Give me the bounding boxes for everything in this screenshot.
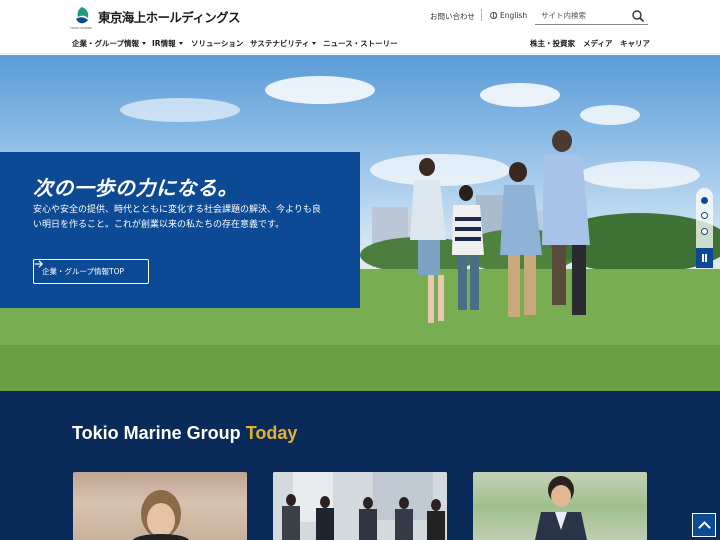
nav-item-solutions[interactable]: ソリューション bbox=[191, 38, 243, 49]
story-card-3-image bbox=[535, 476, 587, 540]
nav-item-corporate[interactable]: 企業・グループ情報 bbox=[72, 38, 147, 49]
story-card-3[interactable] bbox=[473, 472, 647, 540]
nav-item-news[interactable]: ニュース・ストーリー bbox=[323, 38, 398, 49]
utility-divider bbox=[481, 9, 482, 21]
logo-text: 東京海上ホールディングス bbox=[98, 9, 241, 25]
corporate-info-button[interactable]: 企業・グループ情報TOP bbox=[33, 259, 149, 284]
slide-dot-3[interactable] bbox=[701, 228, 708, 235]
story-card-2[interactable] bbox=[273, 472, 447, 540]
slide-dot-2[interactable] bbox=[701, 212, 708, 219]
top-bar: TOKIO MARINE 東京海上ホールディングス お問い合わせ English bbox=[0, 0, 720, 32]
nav-item-label: サステナビリティ bbox=[250, 39, 310, 48]
chevron-down-icon bbox=[178, 42, 183, 45]
corporate-info-button-label: 企業・グループ情報TOP bbox=[42, 267, 125, 276]
nav-item-sustainability[interactable]: サステナビリティ bbox=[250, 38, 317, 49]
story-card-2-image bbox=[273, 472, 447, 540]
nav-item-label: IR情報 bbox=[152, 39, 176, 48]
chevron-down-icon bbox=[312, 42, 317, 45]
story-card-1-image bbox=[133, 490, 189, 540]
group-today-section: Tokio Marine Group Today bbox=[0, 391, 720, 540]
hero-title: 次の一歩の力になる。 bbox=[33, 176, 238, 200]
logo-mark-icon: TOKIO MARINE bbox=[70, 6, 92, 30]
slide-dot-1[interactable] bbox=[701, 197, 708, 204]
section-title: Tokio Marine Group Today bbox=[72, 423, 297, 444]
nav-item-label: ニュース・ストーリー bbox=[323, 39, 398, 48]
search-icon[interactable] bbox=[631, 8, 645, 23]
story-card-1[interactable] bbox=[73, 472, 247, 540]
site-search bbox=[535, 5, 648, 25]
language-link[interactable]: English bbox=[490, 11, 527, 20]
back-to-top-button[interactable] bbox=[692, 513, 716, 537]
nav-item-label: メディア bbox=[583, 39, 613, 48]
language-label: English bbox=[500, 11, 528, 20]
search-input[interactable] bbox=[541, 8, 629, 22]
global-nav: 企業・グループ情報 IR情報 ソリューション サステナビリティ ニュース・ストー… bbox=[0, 32, 720, 54]
hero-message-card: 次の一歩の力になる。 安心や安全の提供、時代とともに変化する社会課題の解決、今よ… bbox=[0, 152, 360, 308]
nav-item-careers[interactable]: キャリア bbox=[620, 38, 650, 49]
hero-description: 安心や安全の提供、時代とともに変化する社会課題の解決、今よりも良い明日を作ること… bbox=[33, 205, 321, 230]
logo-sub-text: TOKIO MARINE bbox=[70, 26, 93, 30]
hero-slider: 次の一歩の力になる。 安心や安全の提供、時代とともに変化する社会課題の解決、今よ… bbox=[0, 55, 720, 391]
section-title-main: Tokio Marine Group bbox=[72, 423, 241, 443]
nav-item-label: 株主・投資家 bbox=[530, 39, 575, 48]
nav-item-media[interactable]: メディア bbox=[583, 38, 612, 49]
site-logo[interactable]: TOKIO MARINE 東京海上ホールディングス bbox=[70, 6, 241, 30]
pause-icon[interactable] bbox=[696, 248, 713, 268]
nav-item-investors[interactable]: 株主・投資家 bbox=[530, 38, 575, 49]
nav-item-ir[interactable]: IR情報 bbox=[152, 38, 183, 49]
nav-item-label: ソリューション bbox=[191, 39, 244, 48]
section-title-accent: Today bbox=[245, 423, 298, 443]
arrow-right-icon bbox=[34, 260, 43, 268]
globe-icon bbox=[490, 12, 497, 19]
contact-link[interactable]: お問い合わせ bbox=[430, 11, 475, 22]
nav-item-label: 企業・グループ情報 bbox=[72, 39, 140, 48]
nav-item-label: キャリア bbox=[620, 39, 650, 48]
chevron-down-icon bbox=[142, 42, 147, 45]
